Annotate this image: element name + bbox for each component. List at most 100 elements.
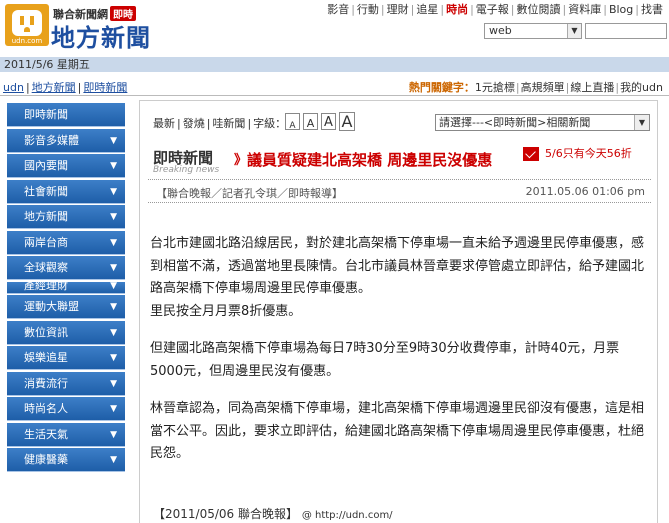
- topnav-item[interactable]: 資料庫: [566, 3, 603, 16]
- font-size-xs-button[interactable]: A: [285, 113, 300, 131]
- article-body: 台北市建國北路沿線居民，對於建北高架橋下停車場一直未給予週邊里民停車優惠，感到相…: [150, 233, 648, 481]
- sidebar-item[interactable]: 消費流行 ▼: [7, 371, 125, 396]
- chevron-down-icon: ▼: [110, 429, 117, 440]
- sidebar-item[interactable]: 運動大聯盟 ▼: [7, 295, 125, 319]
- sidebar-item[interactable]: 生活天氣 ▼: [7, 422, 125, 447]
- topnav-item[interactable]: 行動: [355, 3, 381, 16]
- sidebar-item-label: 即時新聞: [24, 108, 68, 121]
- sidebar-item[interactable]: 兩岸台商 ▼: [7, 230, 125, 255]
- sidebar-item[interactable]: 全球觀察 ▼: [7, 256, 125, 280]
- font-size-label: 字級：: [253, 117, 287, 130]
- sidebar-item-label: 數位資訊: [24, 325, 68, 339]
- search-scope-value: web: [489, 24, 512, 37]
- chevron-down-icon: ▼: [110, 212, 117, 222]
- date-bar: 2011/5/6 星期五: [0, 57, 669, 72]
- header-divider: [0, 95, 669, 96]
- promo-link[interactable]: 5/6只有今天56折: [523, 145, 632, 161]
- sidebar-item-label: 娛樂追星: [24, 351, 68, 364]
- tab-latest[interactable]: 最新: [153, 117, 175, 130]
- sidebar-item[interactable]: 社會新聞 ▼: [7, 179, 125, 204]
- current-date: 2011/5/6 星期五: [4, 58, 90, 71]
- breadcrumb: udn | 地方新聞 | 即時新聞: [3, 81, 128, 94]
- hot-keyword-link[interactable]: 我的udn: [620, 81, 663, 94]
- section-subtitle: Breaking news: [153, 165, 220, 175]
- promo-text: 5/6只有今天56折: [545, 147, 632, 160]
- sidebar-item-label: 生活天氣: [24, 427, 68, 441]
- breadcrumb-breaking-news[interactable]: 即時新聞: [83, 81, 127, 94]
- top-navigation: 影音 | 行動 | 理財 | 追星 | 時尚 | 電子報 | 數位閱讀 | 資料庫 | Blog | 找書: [325, 1, 665, 17]
- hot-keyword-link[interactable]: 高規頻單: [521, 81, 565, 94]
- sidebar-item-label: 產經理財: [24, 281, 68, 292]
- sidebar-item-label: 消費流行: [24, 376, 68, 390]
- chevron-down-icon: ▼: [110, 186, 117, 197]
- hot-keyword-link[interactable]: 1元搶標: [475, 81, 515, 94]
- check-flag-icon: [523, 147, 539, 161]
- sidebar-item[interactable]: 影音多媒體 ▼: [7, 128, 125, 153]
- double-arrow-icon: 》: [234, 153, 248, 168]
- topnav-item[interactable]: 數位閱讀: [515, 3, 563, 16]
- chevron-down-icon: ▼: [567, 24, 581, 38]
- tab-wow-news[interactable]: 哇新聞: [212, 117, 245, 130]
- article-paragraph: 里民按全月月票8折優惠。: [150, 303, 302, 319]
- chevron-down-icon: ▼: [110, 135, 117, 146]
- hot-keywords: 熱門關鍵字：1元搶標|高規頻單|線上直播|我的udn: [408, 81, 663, 94]
- topnav-item[interactable]: 找書: [639, 3, 665, 16]
- tab-hot[interactable]: 發燒: [183, 117, 205, 130]
- article-paragraph: 林晉章認為，同為高架橋下停車場，建北高架橋下停車場週邊里民卻沒有優惠，這是相當不…: [150, 401, 645, 461]
- logo-title: 地方新聞: [51, 24, 151, 52]
- chevron-down-icon: ▼: [110, 237, 117, 248]
- article-footer-url[interactable]: @ http://udn.com/: [302, 510, 393, 521]
- article-panel: 最新 | 發燒 | 哇新聞 | 字級： A A A A 請選擇---<即時新聞>相關新聞 ▼…: [139, 100, 658, 523]
- chevron-down-icon: ▼: [110, 378, 117, 389]
- article-headline: 議員質疑建北高架橋 周邊里民沒優惠: [247, 151, 493, 169]
- font-size-s-button[interactable]: A: [303, 113, 318, 130]
- sidebar-item[interactable]: 娛樂追星 ▼: [7, 346, 125, 370]
- sidebar-item[interactable]: 地方新聞 ▼: [7, 205, 125, 229]
- sidebar-item-label: 社會新聞: [24, 184, 68, 198]
- related-news-value: 請選擇---<即時新聞>相關新聞: [439, 116, 591, 129]
- site-logo[interactable]: udn.com 聯合新聞網 即時 地方新聞: [5, 4, 150, 52]
- chevron-down-icon: ▼: [110, 263, 117, 273]
- font-size-l-button[interactable]: A: [339, 112, 355, 131]
- nav-separator: |: [510, 3, 515, 16]
- breadcrumb-udn[interactable]: udn: [3, 81, 24, 94]
- sidebar-item-label: 影音多媒體: [24, 133, 79, 147]
- article-paragraph: 台北市建國北路沿線居民，對於建北高架橋下停車場一直未給予週邊里民停車優惠，感到相…: [150, 236, 645, 296]
- sidebar-item-label: 運動大聯盟: [24, 300, 79, 313]
- sidebar-item-label: 全球觀察: [24, 261, 68, 274]
- sidebar-item[interactable]: 數位資訊 ▼: [7, 320, 125, 345]
- sidebar-item[interactable]: 即時新聞: [7, 103, 125, 127]
- related-news-select[interactable]: 請選擇---<即時新聞>相關新聞 ▼: [435, 114, 650, 131]
- topnav-item[interactable]: Blog: [607, 3, 635, 16]
- chevron-down-icon: ▼: [110, 281, 117, 291]
- topnav-item[interactable]: 時尚: [444, 3, 470, 16]
- chevron-down-icon: ▼: [110, 327, 117, 338]
- sidebar-item-label: 健康醫藥: [24, 453, 68, 466]
- article-source: 【聯合晚報／記者孔令琪／即時報導】: [156, 187, 343, 200]
- topnav-item[interactable]: 電子報: [474, 3, 511, 16]
- search-scope-select[interactable]: web ▼: [484, 23, 582, 39]
- topnav-item[interactable]: 理財: [385, 3, 411, 16]
- chevron-down-icon: ▼: [110, 455, 117, 465]
- article-footer-source: 【2011/05/06 聯合晚報】: [153, 507, 298, 521]
- sidebar-item-label: 國內要聞: [24, 159, 68, 172]
- search-input[interactable]: [585, 23, 667, 39]
- plug-logo-icon: udn.com: [5, 4, 49, 46]
- chevron-down-icon: ▼: [110, 161, 117, 171]
- font-size-m-button[interactable]: A: [321, 113, 336, 130]
- sidebar-item[interactable]: 健康醫藥 ▼: [7, 448, 125, 472]
- hot-keyword-link[interactable]: 線上直播: [570, 81, 614, 94]
- breadcrumb-local-news[interactable]: 地方新聞: [32, 81, 76, 94]
- article-toolbar: 最新 | 發燒 | 哇新聞 | 字級：: [153, 117, 287, 130]
- sidebar-item[interactable]: 國內要聞 ▼: [7, 154, 125, 178]
- sidebar-item-label: 時尚名人: [24, 402, 68, 415]
- sidebar-item[interactable]: 產經理財 ▼: [7, 281, 125, 294]
- article-meta: 【聯合晚報／記者孔令琪／即時報導】 2011.05.06 01:06 pm: [148, 179, 651, 203]
- topnav-item[interactable]: 影音: [325, 3, 351, 16]
- hot-keywords-label: 熱門關鍵字：: [408, 81, 475, 94]
- sidebar-item-label: 兩岸台商: [24, 235, 68, 249]
- sidebar-item[interactable]: 時尚名人 ▼: [7, 397, 125, 421]
- chevron-down-icon: ▼: [110, 404, 117, 414]
- topnav-item[interactable]: 追星: [414, 3, 440, 16]
- article-paragraph: 但建國北路高架橋下停車場為每日7時30分至9時30分收費停車，計時40元，月票5…: [150, 341, 620, 379]
